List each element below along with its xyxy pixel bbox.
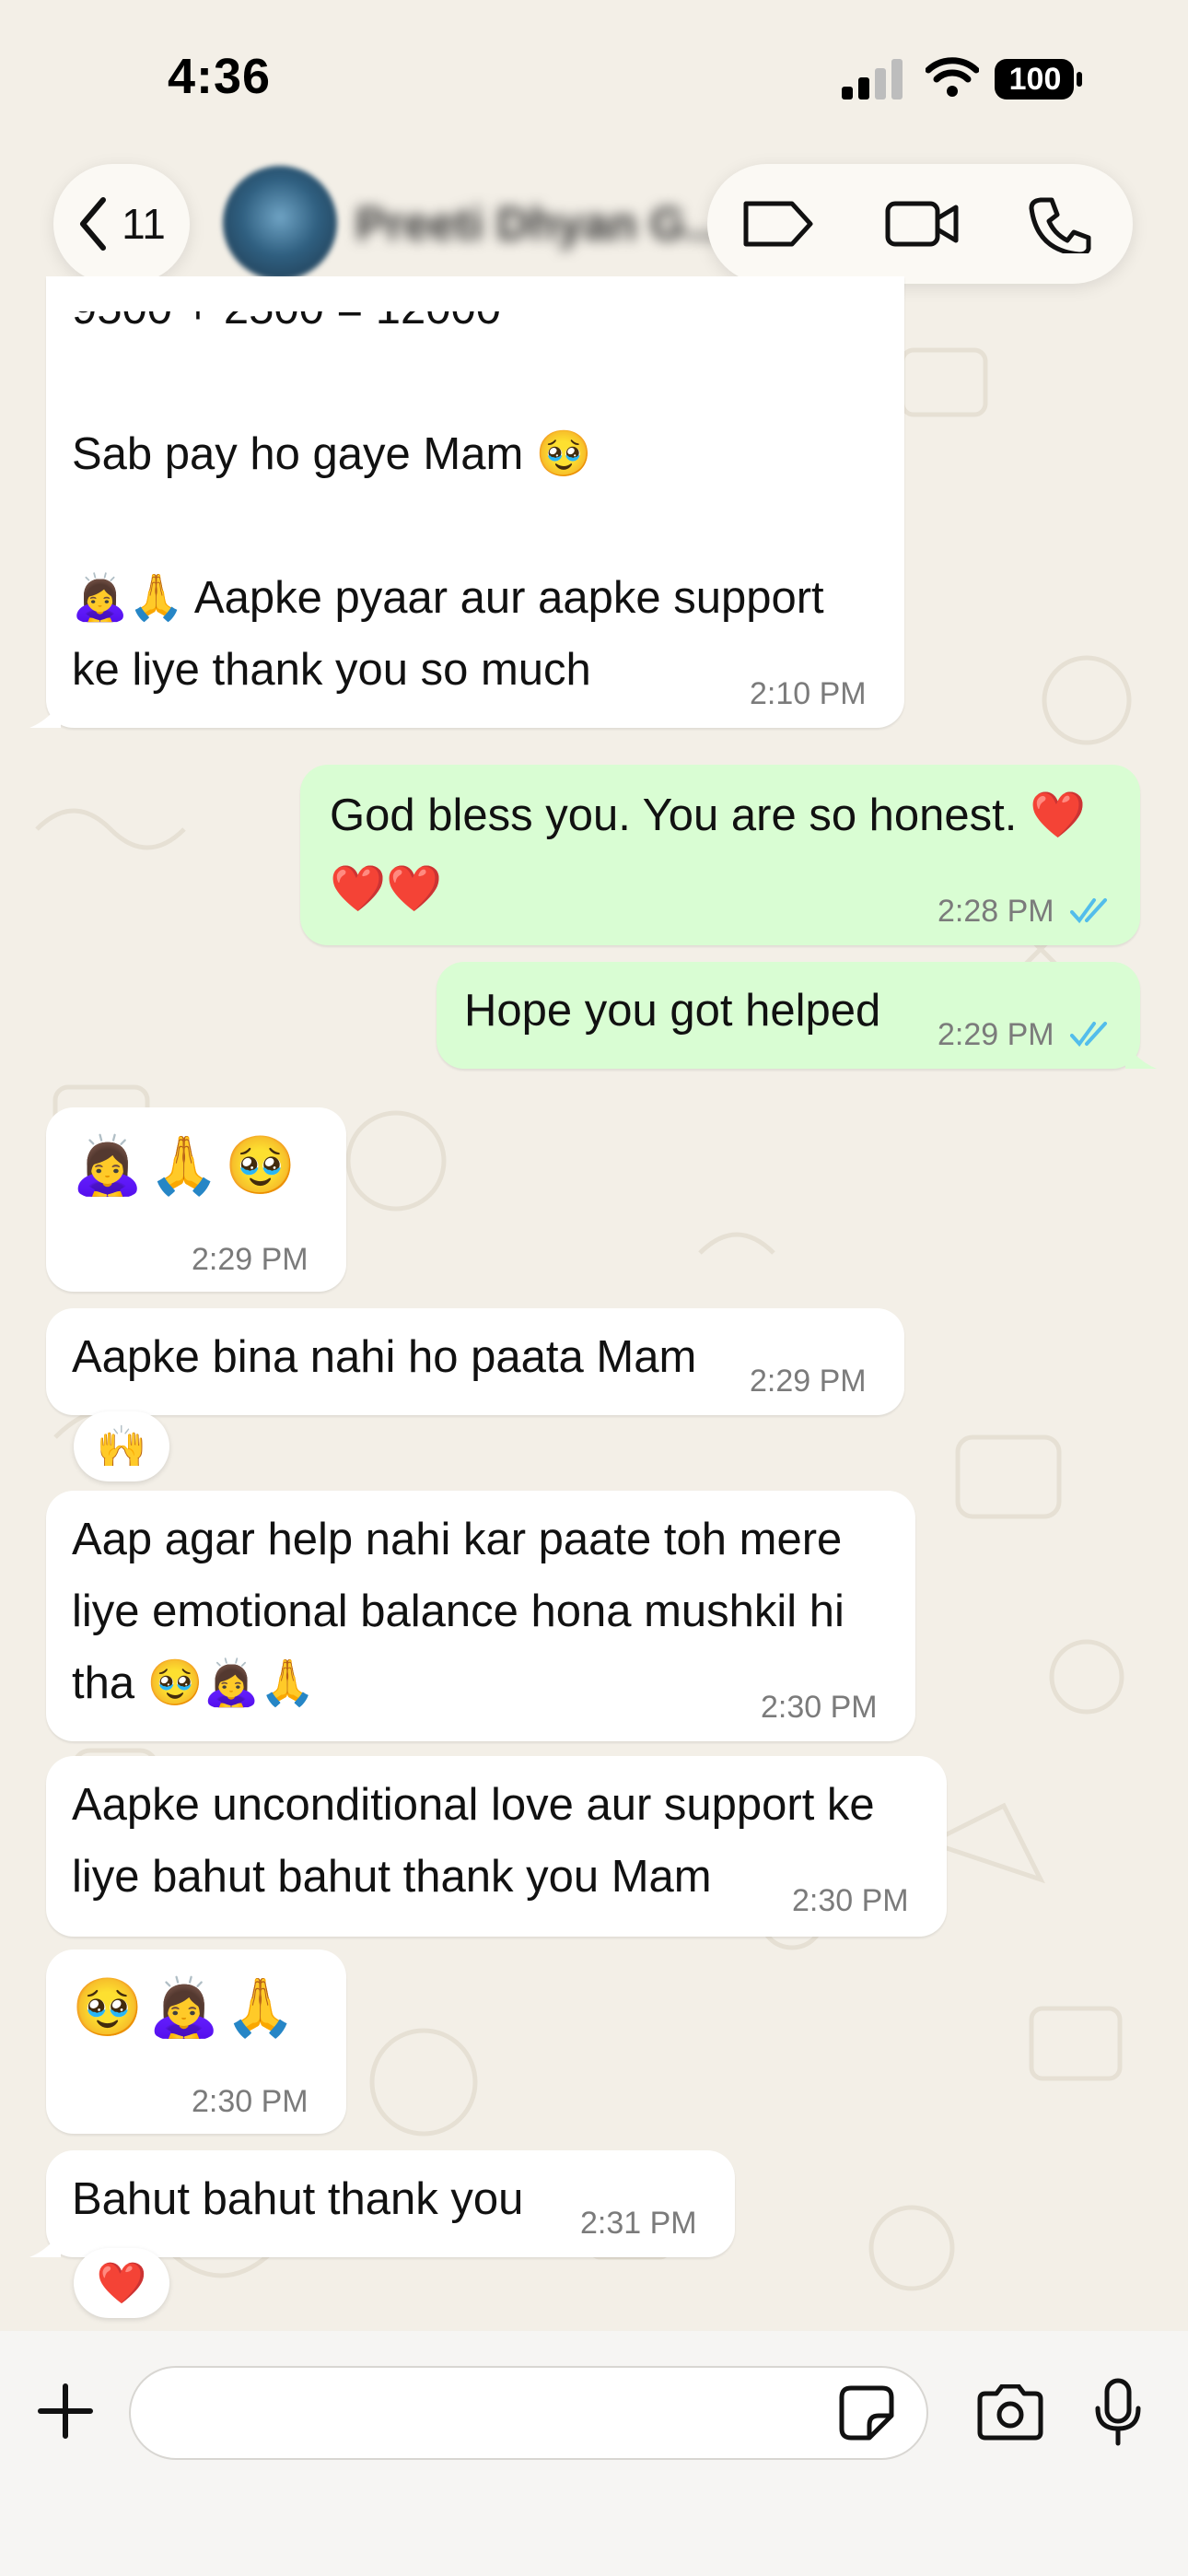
message-input[interactable] xyxy=(129,2366,928,2460)
message-time: 2:29 PM xyxy=(192,1242,309,1277)
contact-name[interactable]: Preeti Dhyan G... xyxy=(355,197,724,251)
phone-icon[interactable] xyxy=(1026,194,1103,253)
message-line: Aap agar help nahi kar paate toh mere xyxy=(72,1515,843,1564)
message-time: 2:31 PM xyxy=(580,2206,697,2241)
message-line: liye emotional balance hona mushkil hi xyxy=(72,1587,844,1636)
message-line: Aapke bina nahi ho paata Mam xyxy=(72,1332,697,1382)
status-bar: 4:36 100 xyxy=(0,0,1188,147)
message-reaction[interactable]: 🙌 xyxy=(74,1411,169,1481)
message-line: Hope you got helped xyxy=(464,986,881,1036)
wifi-icon xyxy=(926,57,979,97)
label-icon[interactable] xyxy=(740,194,818,253)
sticker-icon[interactable] xyxy=(838,2384,895,2441)
message-line: 🙇‍♀️🙏🥹 xyxy=(72,1131,302,1199)
read-receipt-icon xyxy=(1070,1022,1107,1048)
message-time: 2:29 PM xyxy=(938,1017,1054,1052)
signal-icon xyxy=(842,59,903,100)
message-line: God bless you. You are so honest. ❤️ xyxy=(330,790,1087,840)
read-receipt-icon xyxy=(1070,898,1107,924)
microphone-icon[interactable] xyxy=(1092,2377,1144,2447)
message-line: 🙇‍♀️🙏 Aapke pyaar aur aapke support xyxy=(72,573,824,623)
video-call-icon[interactable] xyxy=(884,194,961,253)
message-line: liye bahut bahut thank you Mam xyxy=(72,1852,712,1902)
unread-count: 11 xyxy=(122,200,166,248)
message-line: 🥹🙇‍♀️🙏 xyxy=(72,1973,302,2041)
message-time: 2:10 PM xyxy=(750,676,867,711)
message-time: 2:29 PM xyxy=(750,1364,867,1399)
status-time: 4:36 xyxy=(168,49,272,104)
message-time: 2:30 PM xyxy=(192,2084,309,2119)
back-button[interactable]: 11 xyxy=(53,164,190,284)
message-time: 2:28 PM xyxy=(938,894,1054,929)
message-line: Bahut bahut thank you xyxy=(72,2174,524,2224)
message-line: ❤️❤️ xyxy=(330,864,443,914)
bubble-tail xyxy=(29,702,61,728)
header-actions xyxy=(707,164,1133,284)
message-line: Aapke unconditional love aur support ke xyxy=(72,1780,875,1830)
camera-icon[interactable] xyxy=(976,2384,1044,2441)
avatar[interactable] xyxy=(223,166,337,280)
message-reaction[interactable]: ❤️ xyxy=(74,2248,169,2318)
battery-level: 100 xyxy=(1008,62,1062,97)
plus-icon[interactable] xyxy=(37,2383,94,2440)
chevron-left-icon xyxy=(80,197,107,251)
message-time: 2:30 PM xyxy=(761,1690,878,1725)
message-line: ke liye thank you so much xyxy=(72,645,591,695)
bubble-tail xyxy=(29,2231,61,2257)
bubble-tail xyxy=(1125,1043,1157,1069)
message-line: Sab pay ho gaye Mam 🥹 xyxy=(72,429,592,479)
message-time: 2:30 PM xyxy=(792,1883,909,1918)
message-line: tha 🥹🙇‍♀️🙏 xyxy=(72,1658,316,1708)
